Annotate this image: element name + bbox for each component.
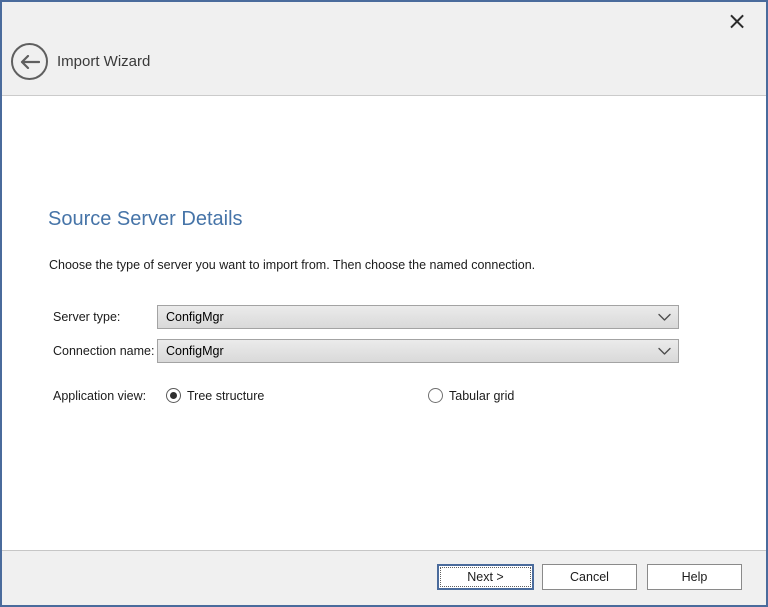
radio-option-tabular-grid[interactable]: Tabular grid	[428, 388, 514, 403]
close-icon: ×	[727, 7, 747, 35]
cancel-button[interactable]: Cancel	[542, 564, 637, 590]
import-wizard-dialog: × Import Wizard Source Server Details Ch…	[0, 0, 768, 607]
wizard-page-content: Source Server Details Choose the type of…	[2, 96, 766, 550]
server-type-dropdown[interactable]: ConfigMgr	[157, 305, 679, 329]
connection-name-label: Connection name:	[53, 339, 154, 363]
help-button[interactable]: Help	[647, 564, 742, 590]
dialog-header: × Import Wizard	[2, 2, 766, 96]
page-description: Choose the type of server you want to im…	[49, 258, 535, 272]
application-view-row: Application view: Tree structure Tabular…	[2, 387, 766, 407]
server-type-label: Server type:	[53, 305, 120, 329]
radio-label-tree-structure: Tree structure	[187, 389, 264, 403]
radio-unselected-icon[interactable]	[428, 388, 443, 403]
radio-label-tabular-grid: Tabular grid	[449, 389, 514, 403]
footer-bar: Next > Cancel Help	[2, 550, 766, 605]
server-type-value: ConfigMgr	[166, 310, 224, 324]
connection-name-dropdown[interactable]: ConfigMgr	[157, 339, 679, 363]
chevron-down-icon	[658, 347, 671, 356]
next-button[interactable]: Next >	[437, 564, 534, 590]
page-title: Source Server Details	[48, 208, 243, 231]
back-arrow-icon	[20, 55, 40, 69]
wizard-title: Import Wizard	[57, 53, 150, 70]
application-view-label: Application view:	[53, 387, 146, 405]
back-button[interactable]	[11, 43, 48, 80]
close-button[interactable]: ×	[722, 6, 752, 36]
chevron-down-icon	[658, 313, 671, 322]
radio-option-tree-structure[interactable]: Tree structure	[166, 388, 264, 403]
connection-name-value: ConfigMgr	[166, 344, 224, 358]
radio-selected-icon[interactable]	[166, 388, 181, 403]
